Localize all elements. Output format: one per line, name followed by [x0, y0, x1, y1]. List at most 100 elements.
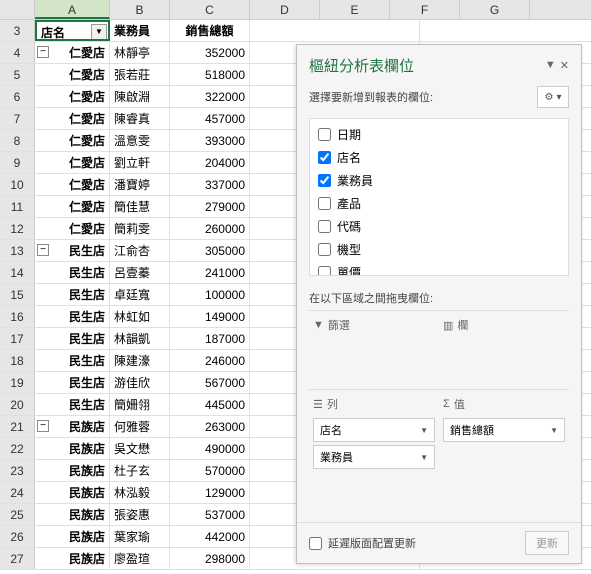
field-item[interactable]: 產品	[314, 192, 564, 215]
chevron-down-icon[interactable]: ▼	[420, 426, 428, 435]
cell-sales[interactable]: 林虹如	[110, 306, 170, 327]
cell-total[interactable]: 322000	[170, 86, 250, 107]
gear-button[interactable]: ⚙ ▾	[537, 86, 569, 108]
cell-store[interactable]: 民生店	[35, 284, 110, 305]
cell-sales[interactable]: 簡莉雯	[110, 218, 170, 239]
field-checkbox[interactable]	[318, 243, 331, 256]
cell-total[interactable]: 352000	[170, 42, 250, 63]
row-number[interactable]: 16	[0, 306, 35, 327]
cell-store[interactable]: 仁愛店	[35, 108, 110, 129]
cell-total[interactable]: 260000	[170, 218, 250, 239]
cell-sales[interactable]: 張若莊	[110, 64, 170, 85]
cell-sales[interactable]: 游佳欣	[110, 372, 170, 393]
cell-sales[interactable]: 陳睿真	[110, 108, 170, 129]
row-number[interactable]: 10	[0, 174, 35, 195]
cell-store[interactable]: 仁愛店	[35, 86, 110, 107]
cell-total[interactable]: 393000	[170, 130, 250, 151]
cell-sales[interactable]: 何雅蓉	[110, 416, 170, 437]
area-rows[interactable]: ☰列 店名▼ 業務員▼	[309, 389, 439, 522]
cell-store[interactable]: 民族店	[35, 460, 110, 481]
header-store[interactable]: 店名 ▼	[35, 20, 110, 41]
cell-total[interactable]: 490000	[170, 438, 250, 459]
cell-store[interactable]: 民生店	[35, 350, 110, 371]
cell-total[interactable]: 518000	[170, 64, 250, 85]
update-button[interactable]: 更新	[525, 531, 569, 555]
row-number[interactable]: 5	[0, 64, 35, 85]
cell-store[interactable]: 仁愛店	[35, 130, 110, 151]
cell-total[interactable]: 442000	[170, 526, 250, 547]
area-columns[interactable]: ▥欄	[439, 310, 569, 389]
cell-total[interactable]: 263000	[170, 416, 250, 437]
cell-total[interactable]: 204000	[170, 152, 250, 173]
cell-sales[interactable]: 林靜亭	[110, 42, 170, 63]
cell-sales[interactable]: 潘寶婷	[110, 174, 170, 195]
chevron-down-icon[interactable]: ▼	[420, 453, 428, 462]
field-checkbox[interactable]	[318, 266, 331, 276]
row-number[interactable]: 20	[0, 394, 35, 415]
area-filter[interactable]: ▼篩選	[309, 310, 439, 389]
col-header-F[interactable]: F	[390, 0, 460, 19]
cell-store[interactable]: 民族店	[35, 548, 110, 569]
row-number[interactable]: 21	[0, 416, 35, 437]
col-header-B[interactable]: B	[110, 0, 170, 19]
cell-sales[interactable]: 杜子玄	[110, 460, 170, 481]
cell-store[interactable]: 民生店	[35, 262, 110, 283]
field-checkbox[interactable]	[318, 151, 331, 164]
cell-total[interactable]: 279000	[170, 196, 250, 217]
field-checkbox[interactable]	[318, 174, 331, 187]
row-number[interactable]: 7	[0, 108, 35, 129]
row-number[interactable]: 18	[0, 350, 35, 371]
area-values[interactable]: Σ值 銷售總額▼	[439, 389, 569, 522]
cell-store[interactable]: 民生店	[35, 372, 110, 393]
chevron-down-icon[interactable]: ▼	[550, 426, 558, 435]
cell-total[interactable]: 537000	[170, 504, 250, 525]
cell-store[interactable]: 民生店	[35, 328, 110, 349]
cell-store[interactable]: 民族店	[35, 482, 110, 503]
cell-store[interactable]: −民生店	[35, 240, 110, 261]
cell-sales[interactable]: 劉立軒	[110, 152, 170, 173]
cell-sales[interactable]: 簡姍翎	[110, 394, 170, 415]
cell-total[interactable]: 305000	[170, 240, 250, 261]
area-row-item[interactable]: 店名▼	[313, 418, 435, 442]
row-number[interactable]: 19	[0, 372, 35, 393]
cell-total[interactable]: 567000	[170, 372, 250, 393]
cell-total[interactable]: 149000	[170, 306, 250, 327]
cell-store[interactable]: 仁愛店	[35, 196, 110, 217]
cell-store[interactable]: 仁愛店	[35, 64, 110, 85]
row-number[interactable]: 3	[0, 20, 35, 41]
field-item[interactable]: 機型	[314, 238, 564, 261]
cell-store[interactable]: 民族店	[35, 438, 110, 459]
row-number[interactable]: 22	[0, 438, 35, 459]
defer-layout-checkbox[interactable]: 延遲版面配置更新	[309, 535, 416, 551]
col-header-G[interactable]: G	[460, 0, 530, 19]
cell-total[interactable]: 246000	[170, 350, 250, 371]
row-number[interactable]: 27	[0, 548, 35, 569]
cell-sales[interactable]: 林泓毅	[110, 482, 170, 503]
cell-store[interactable]: 仁愛店	[35, 152, 110, 173]
defer-checkbox-input[interactable]	[309, 537, 322, 550]
row-number[interactable]: 13	[0, 240, 35, 261]
row-number[interactable]: 23	[0, 460, 35, 481]
cell-sales[interactable]: 林韻凱	[110, 328, 170, 349]
field-checkbox[interactable]	[318, 128, 331, 141]
row-number[interactable]: 24	[0, 482, 35, 503]
cell-store[interactable]: 民族店	[35, 504, 110, 525]
cell-sales[interactable]: 簡佳慧	[110, 196, 170, 217]
row-number[interactable]: 11	[0, 196, 35, 217]
cell-total[interactable]: 445000	[170, 394, 250, 415]
cell-sales[interactable]: 卓廷寬	[110, 284, 170, 305]
field-item[interactable]: 單價	[314, 261, 564, 276]
collapse-icon[interactable]: −	[37, 420, 49, 432]
row-number[interactable]: 9	[0, 152, 35, 173]
field-item[interactable]: 日期	[314, 123, 564, 146]
cell-sales[interactable]: 陳建濠	[110, 350, 170, 371]
row-number[interactable]: 8	[0, 130, 35, 151]
cell-total[interactable]: 337000	[170, 174, 250, 195]
area-value-item[interactable]: 銷售總額▼	[443, 418, 565, 442]
field-list[interactable]: 日期店名業務員產品代碼機型單價數量	[309, 118, 569, 276]
cell-sales[interactable]: 吳文懋	[110, 438, 170, 459]
field-item[interactable]: 店名	[314, 146, 564, 169]
cell-sales[interactable]: 江俞杏	[110, 240, 170, 261]
col-header-C[interactable]: C	[170, 0, 250, 19]
cell-store[interactable]: 民族店	[35, 526, 110, 547]
